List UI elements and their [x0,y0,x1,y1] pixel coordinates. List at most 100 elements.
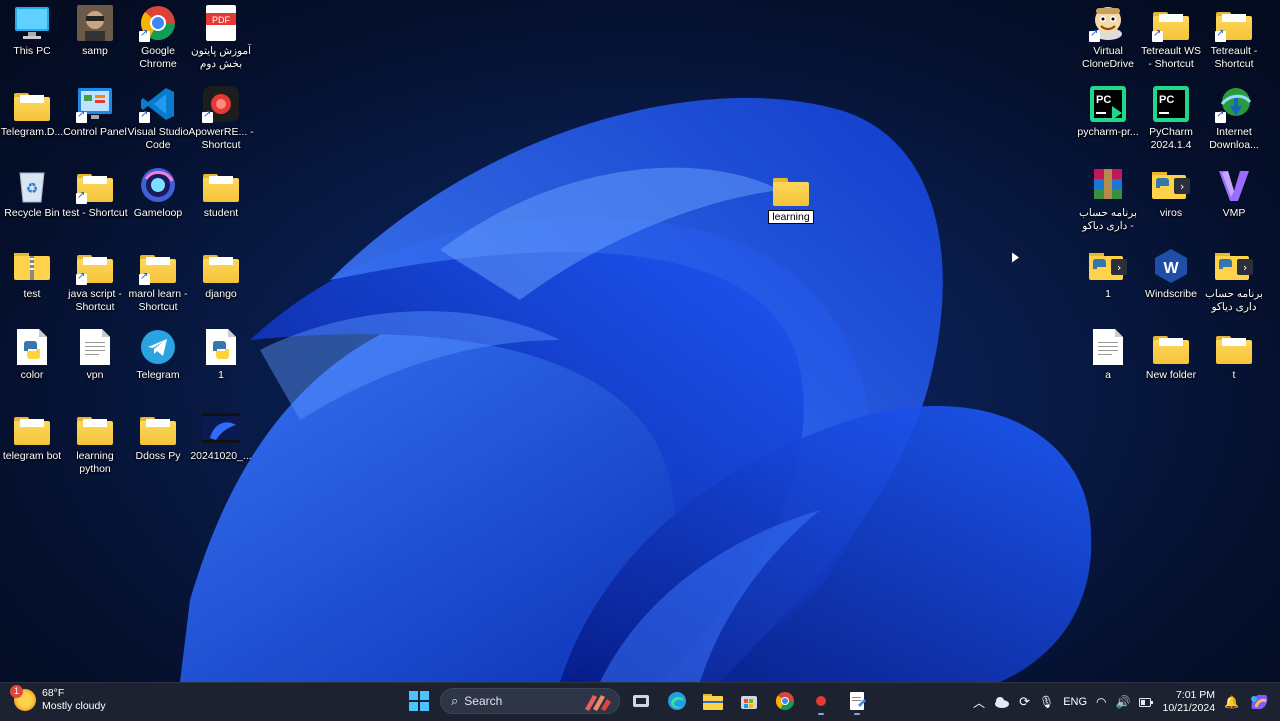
desktop-icon[interactable]: Virtual CloneDrive [1076,4,1140,71]
weather-widget[interactable]: 1 68°F Mostly cloudy [10,685,106,713]
desktop-icon[interactable]: New folder [1139,328,1203,382]
desktop-icon[interactable]: 20241020_... [189,409,253,463]
taskbar-file-explorer[interactable] [698,686,728,716]
python-icon [202,328,240,366]
desktop-icon[interactable]: VMP [1202,166,1266,220]
desktop-icon-label: t [1232,369,1236,381]
desktop-icon[interactable]: a [1076,328,1140,382]
system-clock[interactable]: 7:01 PM 10/21/2024 [1162,689,1215,715]
windows-logo-icon [409,691,429,711]
doc-icon [76,328,114,366]
desktop-icon[interactable]: PDF آموزش پایتون بخش دوم [189,4,253,71]
desktop-icon-label: django [205,288,237,300]
desktop-icon[interactable]: This PC [0,4,64,58]
desktop-icon[interactable]: test [0,247,64,301]
start-button[interactable] [404,686,434,716]
desktop-icon[interactable]: PC PyCharm 2024.1.4 [1139,85,1203,152]
folder-icon [1152,328,1190,366]
volume-icon[interactable]: 🔊 [1116,695,1131,709]
chrome-icon [776,692,794,711]
record-icon [202,85,240,123]
wifi-icon[interactable]: ◠ [1096,695,1106,709]
desktop-icon[interactable]: Gameloop [126,166,190,220]
battery-icon[interactable] [1139,697,1154,707]
sync-icon[interactable]: ⟳ [1019,695,1030,710]
taskbar-chrome[interactable] [770,686,800,716]
desktop-icon-label: student [203,207,239,219]
taskbar-search-box[interactable]: ⌕ Search [440,688,620,714]
clock-date: 10/21/2024 [1162,702,1216,714]
desktop-icon[interactable]: Tetreault - Shortcut [1202,4,1266,71]
desktop-icon-label: آموزش پایتون بخش دوم [190,45,252,70]
desktop-icon[interactable]: 1 [189,328,253,382]
desktop-icon-label: 1 [1105,288,1111,300]
store-icon [741,696,757,709]
desktop-icon[interactable]: vpn [63,328,127,382]
show-hidden-icons-chevron-icon[interactable]: ︿ [973,694,985,711]
folder-icon [202,247,240,285]
desktop-icon[interactable]: samp [63,4,127,58]
running-indicator [854,713,860,715]
desktop-icon[interactable]: › viros [1139,166,1203,220]
desktop-icon[interactable]: t [1202,328,1266,382]
desktop-icon[interactable]: ♻ Recycle Bin [0,166,64,220]
shortcut-arrow-icon [202,109,213,123]
desktop-icon-label: Internet Downloa... [1209,126,1259,151]
desktop-icon[interactable]: telegram bot [0,409,64,463]
desktop-icon[interactable]: ApowerRE... - Shortcut [188,85,254,152]
desktop-icon-label: color [20,369,44,381]
control-icon [76,85,114,123]
taskbar-store[interactable] [734,686,764,716]
desktop-icon-label: Control Panel [63,126,127,138]
desktop-icon[interactable]: › برنامه حساب داری دیاکو [1202,247,1266,314]
weather-desc: Mostly cloudy [42,700,106,712]
language-indicator[interactable]: ENG [1063,696,1087,708]
video-icon [202,409,240,447]
notepad-icon [850,692,866,710]
desktop-icon-label: Google Chrome [139,45,177,70]
folder-icon [772,170,810,208]
desktop-icon[interactable]: Control Panel [63,85,127,139]
desktop-icon[interactable]: marol learn - Shortcut [126,247,190,314]
taskbar-notepad[interactable] [842,686,872,716]
folder-icon [1215,328,1253,366]
desktop-icon-label: test [23,288,41,300]
microphone-icon[interactable]: 🎙 [1039,695,1054,709]
desktop-icon[interactable]: › 1 [1076,247,1140,301]
desktop-icon[interactable]: Telegram.D... [0,85,64,139]
desktop-icon[interactable]: PC pycharm-pr... [1076,85,1140,139]
desktop-icon[interactable]: Visual Studio Code [126,85,190,152]
desktop-icon[interactable]: learning python [63,409,127,476]
desktop-icon-label: VMP [1222,207,1246,219]
desktop-icon[interactable]: student [189,166,253,220]
desktop-icon[interactable]: Ddoss Py [126,409,190,463]
desktop-icon-label: viros [1159,207,1183,219]
desktop-icon[interactable]: W Windscribe [1139,247,1203,301]
desktop-icon[interactable]: color [0,328,64,382]
desktop-icon[interactable]: java script - Shortcut [63,247,127,314]
desktop-icon[interactable]: test - Shortcut [62,166,128,220]
notification-bell-icon[interactable]: 🔔 [1224,695,1239,709]
taskbar: 1 68°F Mostly cloudy ⌕ Search ︿ ⟳ 🎙 ENG … [0,682,1280,721]
desktop-icon[interactable]: Internet Downloa... [1202,85,1266,152]
taskbar-apowerrec[interactable] [806,686,836,716]
shortcut-arrow-icon [1089,28,1100,42]
desktop-icon-label: PyCharm 2024.1.4 [1149,126,1193,151]
copilot-icon[interactable] [1248,691,1270,713]
desktop-icon[interactable]: Google Chrome [126,4,190,71]
pyfolder-icon: › [1152,166,1190,204]
desktop-icon-label: a [1105,369,1111,381]
desktop-icon[interactable]: django [189,247,253,301]
desktop-icon-label: 1 [218,369,224,381]
desktop-icon[interactable]: Telegram [126,328,190,382]
desktop-icon[interactable]: برنامه حساب داری دیاکو - [1076,166,1140,233]
python-icon [13,328,51,366]
onedrive-cloud-icon[interactable] [994,696,1010,708]
taskbar-edge[interactable] [662,686,692,716]
desktop-icon-label: Tetreault - Shortcut [1210,45,1258,70]
pycharm-green-icon: PC [1089,85,1127,123]
desktop-icon[interactable]: Tetreault WS - Shortcut [1139,4,1203,71]
desktop-icon-learning[interactable]: learning [759,170,823,224]
desktop-icon-label: برنامه حساب داری دیاکو - [1079,207,1137,232]
task-view-button[interactable] [626,686,656,716]
